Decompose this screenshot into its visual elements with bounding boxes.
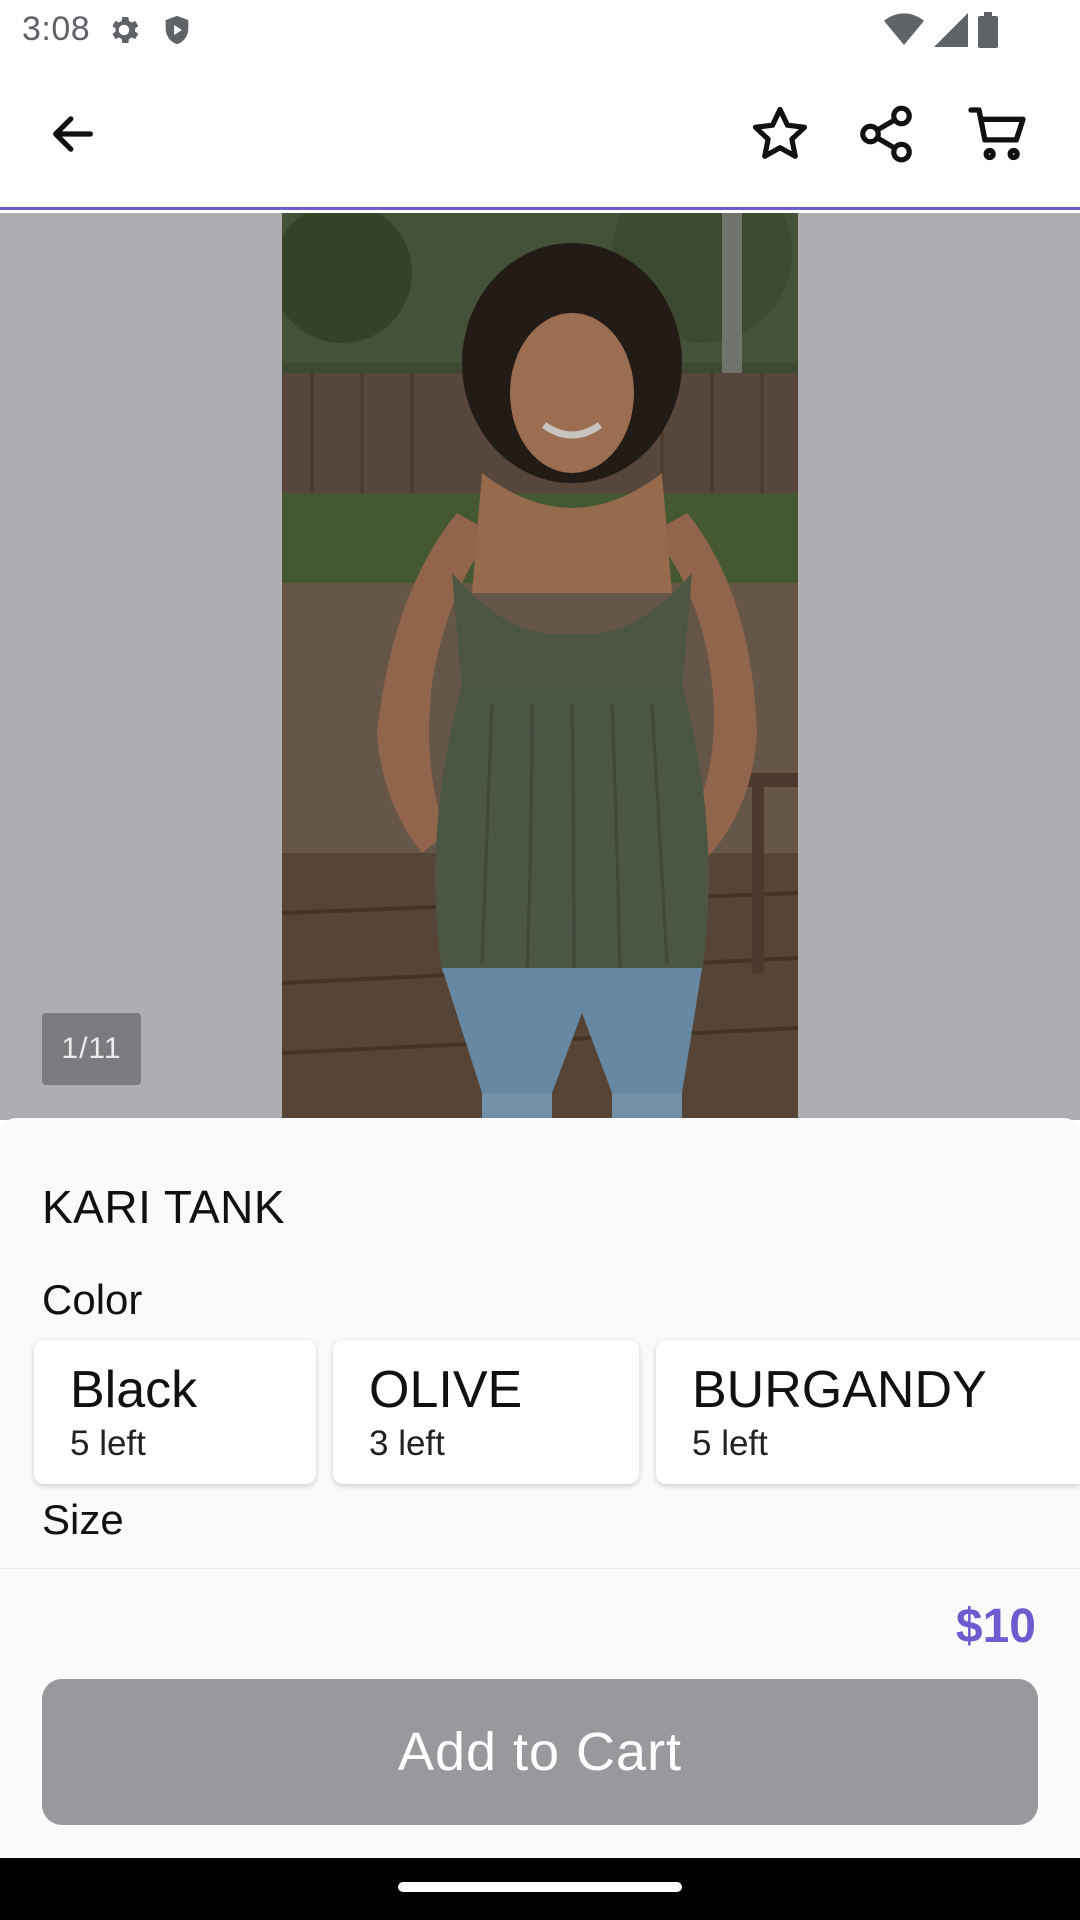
app-bar [0, 62, 1080, 210]
back-arrow-icon [47, 108, 99, 165]
home-gesture-handle[interactable] [398, 1882, 682, 1892]
share-button[interactable] [846, 96, 926, 176]
color-option-stock: 5 left [70, 1424, 146, 1463]
product-photo [282, 213, 798, 1120]
product-price: $10 [955, 1600, 1036, 1653]
share-icon [855, 103, 917, 170]
wifi-icon [884, 12, 924, 48]
back-button[interactable] [33, 96, 113, 176]
color-option-name: BURGANDY [692, 1361, 987, 1419]
color-option-black[interactable]: Black 5 left [34, 1340, 316, 1484]
status-time: 3:08 [22, 10, 91, 48]
color-option-name: OLIVE [369, 1361, 523, 1419]
cart-button[interactable] [959, 96, 1039, 176]
color-option-olive[interactable]: OLIVE 3 left [333, 1340, 639, 1484]
product-details-sheet: KARI TANK Color Black 5 left OLIVE 3 lef… [0, 1118, 1080, 1570]
add-to-cart-button[interactable]: Add to Cart [42, 1679, 1038, 1825]
status-bar: 3:08 [0, 0, 1080, 62]
color-option-stock: 3 left [369, 1424, 445, 1463]
system-nav-bar [0, 1858, 1080, 1920]
favorite-button[interactable] [740, 96, 820, 176]
color-option-burgandy[interactable]: BURGANDY 5 left [656, 1340, 1080, 1484]
cart-icon [967, 102, 1031, 171]
product-image-gallery[interactable]: 1/11 [0, 213, 1080, 1120]
color-option-stock: 5 left [692, 1424, 768, 1463]
image-counter: 1/11 [42, 1013, 141, 1085]
size-label: Size [42, 1496, 124, 1543]
settings-gear-icon [106, 12, 142, 48]
purchase-panel: $10 Add to Cart [0, 1568, 1080, 1858]
battery-icon [978, 12, 998, 48]
product-title: KARI TANK [42, 1181, 286, 1233]
star-icon [749, 103, 811, 170]
shield-icon [160, 12, 194, 48]
cell-signal-icon [934, 13, 968, 47]
color-option-name: Black [70, 1361, 198, 1419]
product-photo-illustration [282, 213, 798, 1120]
color-label: Color [42, 1276, 143, 1323]
